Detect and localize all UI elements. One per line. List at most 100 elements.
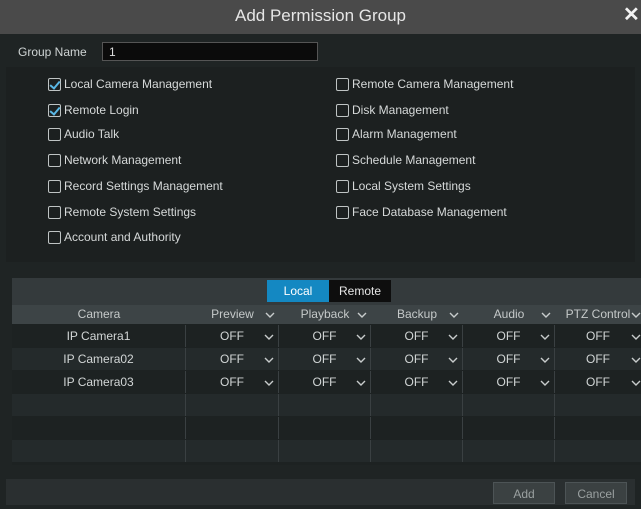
select-value: OFF xyxy=(404,329,429,343)
select-value: OFF xyxy=(496,329,521,343)
cell-backup-select[interactable]: OFF xyxy=(371,325,463,347)
cell-empty xyxy=(12,417,186,439)
cell-empty xyxy=(186,440,279,462)
chevron-down-icon[interactable] xyxy=(264,326,274,346)
chevron-down-icon[interactable] xyxy=(631,326,641,346)
chevron-down-icon[interactable] xyxy=(448,372,458,392)
perm-label: Remote System Settings xyxy=(64,205,197,219)
cell-empty xyxy=(371,417,463,439)
perm-label: Remote Login xyxy=(64,103,139,117)
chevron-down-icon[interactable] xyxy=(540,349,550,369)
chevron-down-icon[interactable] xyxy=(264,349,274,369)
tab-local[interactable]: Local xyxy=(267,280,329,302)
cell-camera: IP Camera02 xyxy=(12,348,186,370)
cell-playback-select[interactable]: OFF xyxy=(279,325,371,347)
cell-preview-select[interactable]: OFF xyxy=(186,348,279,370)
perm-alarm-management[interactable]: Alarm Management xyxy=(336,126,457,142)
cell-ptz-select[interactable]: OFF xyxy=(555,348,641,370)
add-button[interactable]: Add xyxy=(493,482,555,504)
cell-empty xyxy=(555,440,641,462)
dialog-titlebar: Add Permission Group ✕ xyxy=(0,0,641,34)
chevron-down-icon[interactable] xyxy=(540,372,550,392)
checkbox-icon[interactable] xyxy=(48,153,61,167)
chevron-down-icon[interactable] xyxy=(540,326,550,346)
select-value: OFF xyxy=(220,352,244,366)
tab-remote[interactable]: Remote xyxy=(329,280,391,302)
table-row[interactable]: IP Camera1 OFF OFF OFF OFF OFF xyxy=(12,325,641,347)
table-header: Camera Preview Playback Backup Audio PTZ… xyxy=(12,305,641,324)
cell-playback-select[interactable]: OFF xyxy=(279,348,371,370)
chevron-down-icon[interactable] xyxy=(631,349,641,369)
perm-label: Record Settings Management xyxy=(64,179,223,193)
select-value: OFF xyxy=(496,352,521,366)
chevron-down-icon[interactable] xyxy=(357,305,367,324)
checkbox-icon[interactable] xyxy=(48,179,61,193)
chevron-down-icon[interactable] xyxy=(356,326,366,346)
checkbox-icon[interactable] xyxy=(48,205,61,219)
perm-disk-management[interactable]: Disk Management xyxy=(336,102,449,118)
perm-remote-login[interactable]: Remote Login xyxy=(48,102,139,118)
checkbox-icon[interactable] xyxy=(336,179,349,193)
header-ptz-control[interactable]: PTZ Control xyxy=(555,305,641,324)
select-value: OFF xyxy=(220,329,244,343)
perm-remote-system-settings[interactable]: Remote System Settings xyxy=(48,204,196,220)
checkbox-icon[interactable] xyxy=(48,230,61,244)
perm-audio-talk[interactable]: Audio Talk xyxy=(48,126,119,142)
table-row[interactable]: IP Camera02 OFF OFF OFF OFF OFF xyxy=(12,348,641,370)
cell-empty xyxy=(463,394,555,416)
close-icon[interactable]: ✕ xyxy=(623,4,640,26)
cell-backup-select[interactable]: OFF xyxy=(371,371,463,393)
chevron-down-icon[interactable] xyxy=(448,326,458,346)
cell-camera: IP Camera03 xyxy=(12,371,186,393)
checkbox-icon[interactable] xyxy=(336,127,349,141)
cell-preview-select[interactable]: OFF xyxy=(186,325,279,347)
perm-network-management[interactable]: Network Management xyxy=(48,152,181,168)
chevron-down-icon[interactable] xyxy=(356,372,366,392)
chevron-down-icon[interactable] xyxy=(631,305,641,324)
cell-empty xyxy=(186,394,279,416)
chevron-down-icon[interactable] xyxy=(356,349,366,369)
checkbox-checked-icon[interactable] xyxy=(48,103,61,117)
checkbox-icon[interactable] xyxy=(336,205,349,219)
perm-label: Local System Settings xyxy=(352,179,471,193)
cancel-button[interactable]: Cancel xyxy=(565,482,627,504)
header-preview[interactable]: Preview xyxy=(186,305,279,324)
cell-audio-select[interactable]: OFF xyxy=(463,325,555,347)
perm-remote-camera-management[interactable]: Remote Camera Management xyxy=(336,76,513,92)
chevron-down-icon[interactable] xyxy=(264,372,274,392)
chevron-down-icon[interactable] xyxy=(631,372,641,392)
cell-playback-select[interactable]: OFF xyxy=(279,371,371,393)
checkbox-icon[interactable] xyxy=(48,127,61,141)
table-row[interactable]: IP Camera03 OFF OFF OFF OFF OFF xyxy=(12,371,641,393)
chevron-down-icon[interactable] xyxy=(449,305,459,324)
header-playback[interactable]: Playback xyxy=(279,305,371,324)
group-name-input[interactable] xyxy=(102,42,318,61)
checkbox-checked-icon[interactable] xyxy=(48,77,61,91)
perm-local-system-settings[interactable]: Local System Settings xyxy=(336,178,471,194)
checkbox-icon[interactable] xyxy=(336,77,349,91)
header-backup[interactable]: Backup xyxy=(371,305,463,324)
checkbox-icon[interactable] xyxy=(336,103,349,117)
tabs: Local Remote xyxy=(267,280,391,302)
chevron-down-icon[interactable] xyxy=(448,349,458,369)
dialog-title: Add Permission Group xyxy=(234,6,407,25)
select-value: OFF xyxy=(404,352,429,366)
chevron-down-icon[interactable] xyxy=(265,305,275,324)
cell-backup-select[interactable]: OFF xyxy=(371,348,463,370)
header-audio[interactable]: Audio xyxy=(463,305,555,324)
checkbox-icon[interactable] xyxy=(336,153,349,167)
cell-audio-select[interactable]: OFF xyxy=(463,371,555,393)
cell-ptz-select[interactable]: OFF xyxy=(555,371,641,393)
header-label: Audio xyxy=(493,307,525,321)
perm-schedule-management[interactable]: Schedule Management xyxy=(336,152,475,168)
perm-local-camera-management[interactable]: Local Camera Management xyxy=(48,76,212,92)
chevron-down-icon[interactable] xyxy=(541,305,551,324)
perm-account-and-authority[interactable]: Account and Authority xyxy=(48,229,181,245)
cell-audio-select[interactable]: OFF xyxy=(463,348,555,370)
cell-ptz-select[interactable]: OFF xyxy=(555,325,641,347)
perm-face-database-management[interactable]: Face Database Management xyxy=(336,204,507,220)
perm-label: Local Camera Management xyxy=(64,77,213,91)
perm-label: Alarm Management xyxy=(352,127,457,141)
cell-preview-select[interactable]: OFF xyxy=(186,371,279,393)
perm-record-settings-management[interactable]: Record Settings Management xyxy=(48,178,223,194)
